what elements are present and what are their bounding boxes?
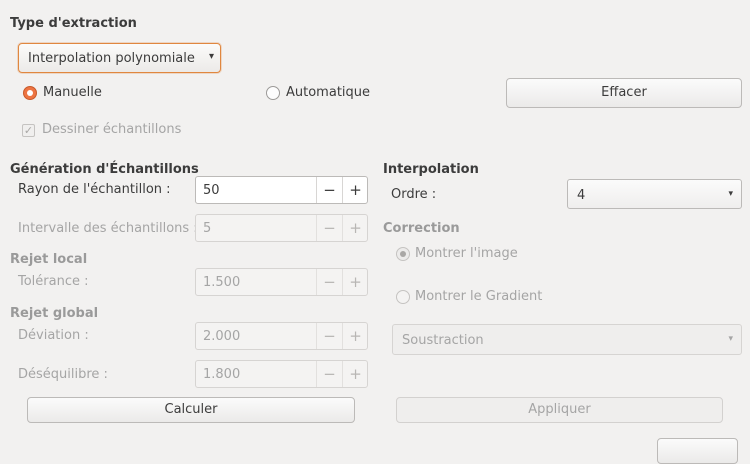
clear-button[interactable]: Effacer bbox=[506, 78, 742, 108]
deviation-increment-button[interactable]: + bbox=[342, 323, 368, 349]
global-rejection-heading: Rejet global bbox=[10, 306, 99, 321]
radio-automatic[interactable] bbox=[266, 86, 280, 100]
tolerance-spinbox[interactable]: 1.500 − + bbox=[195, 268, 368, 296]
extraction-method-combo[interactable]: Interpolation polynomiale ▾ bbox=[18, 43, 221, 73]
deviation-label: Déviation : bbox=[18, 328, 89, 343]
imbalance-decrement-button[interactable]: − bbox=[316, 361, 342, 387]
tolerance-increment-button[interactable]: + bbox=[342, 269, 368, 295]
interpolation-heading: Interpolation bbox=[383, 162, 479, 177]
deviation-spinbox[interactable]: 2.000 − + bbox=[195, 322, 368, 350]
deviation-decrement-button[interactable]: − bbox=[316, 323, 342, 349]
radius-decrement-button[interactable]: − bbox=[316, 177, 342, 203]
extraction-method-value: Interpolation polynomiale bbox=[28, 51, 195, 66]
sample-generation-heading: Génération d'Échantillons bbox=[10, 162, 199, 177]
draw-samples-checkbox[interactable]: ✓ bbox=[22, 124, 35, 137]
tolerance-label: Tolérance : bbox=[18, 274, 89, 289]
interval-value[interactable]: 5 bbox=[203, 221, 211, 236]
order-label: Ordre : bbox=[391, 187, 437, 202]
order-dropdown[interactable]: 4 ▾ bbox=[567, 179, 742, 209]
interval-label: Intervalle des échantillons : bbox=[18, 221, 198, 236]
imbalance-value[interactable]: 1.800 bbox=[203, 367, 240, 382]
imbalance-increment-button[interactable]: + bbox=[342, 361, 368, 387]
compute-button[interactable]: Calculer bbox=[27, 397, 355, 423]
chevron-down-icon: ▾ bbox=[208, 51, 214, 62]
radio-show-gradient[interactable] bbox=[396, 290, 410, 304]
radio-manual-label[interactable]: Manuelle bbox=[43, 85, 102, 100]
radius-value[interactable]: 50 bbox=[203, 183, 220, 198]
correction-mode-dropdown[interactable]: Soustraction ▾ bbox=[392, 324, 742, 355]
radio-show-image[interactable] bbox=[396, 247, 410, 261]
imbalance-label: Déséquilibre : bbox=[18, 367, 108, 382]
partial-button[interactable] bbox=[657, 438, 738, 464]
imbalance-spinbox[interactable]: 1.800 − + bbox=[195, 360, 368, 388]
tolerance-decrement-button[interactable]: − bbox=[316, 269, 342, 295]
interval-spinbox[interactable]: 5 − + bbox=[195, 214, 368, 242]
radius-spinbox[interactable]: 50 − + bbox=[195, 176, 368, 204]
chevron-down-icon: ▾ bbox=[728, 189, 733, 199]
interval-decrement-button[interactable]: − bbox=[316, 215, 342, 241]
tolerance-value[interactable]: 1.500 bbox=[203, 275, 240, 290]
extraction-heading: Type d'extraction bbox=[10, 16, 137, 31]
correction-mode-value: Soustraction bbox=[402, 333, 484, 348]
deviation-value[interactable]: 2.000 bbox=[203, 329, 240, 344]
radio-automatic-label[interactable]: Automatique bbox=[286, 85, 370, 100]
radius-increment-button[interactable]: + bbox=[342, 177, 368, 203]
chevron-down-icon: ▾ bbox=[728, 334, 733, 344]
check-icon: ✓ bbox=[23, 124, 34, 137]
radio-manual[interactable] bbox=[23, 86, 37, 100]
radio-show-image-label[interactable]: Montrer l'image bbox=[415, 246, 518, 261]
apply-button[interactable]: Appliquer bbox=[396, 397, 723, 423]
radius-label: Rayon de l'échantillon : bbox=[18, 182, 171, 197]
correction-heading: Correction bbox=[383, 221, 460, 236]
radio-show-gradient-label[interactable]: Montrer le Gradient bbox=[415, 289, 542, 304]
order-value: 4 bbox=[577, 188, 586, 203]
interval-increment-button[interactable]: + bbox=[342, 215, 368, 241]
local-rejection-heading: Rejet local bbox=[10, 252, 88, 267]
draw-samples-label: Dessiner échantillons bbox=[42, 122, 182, 137]
